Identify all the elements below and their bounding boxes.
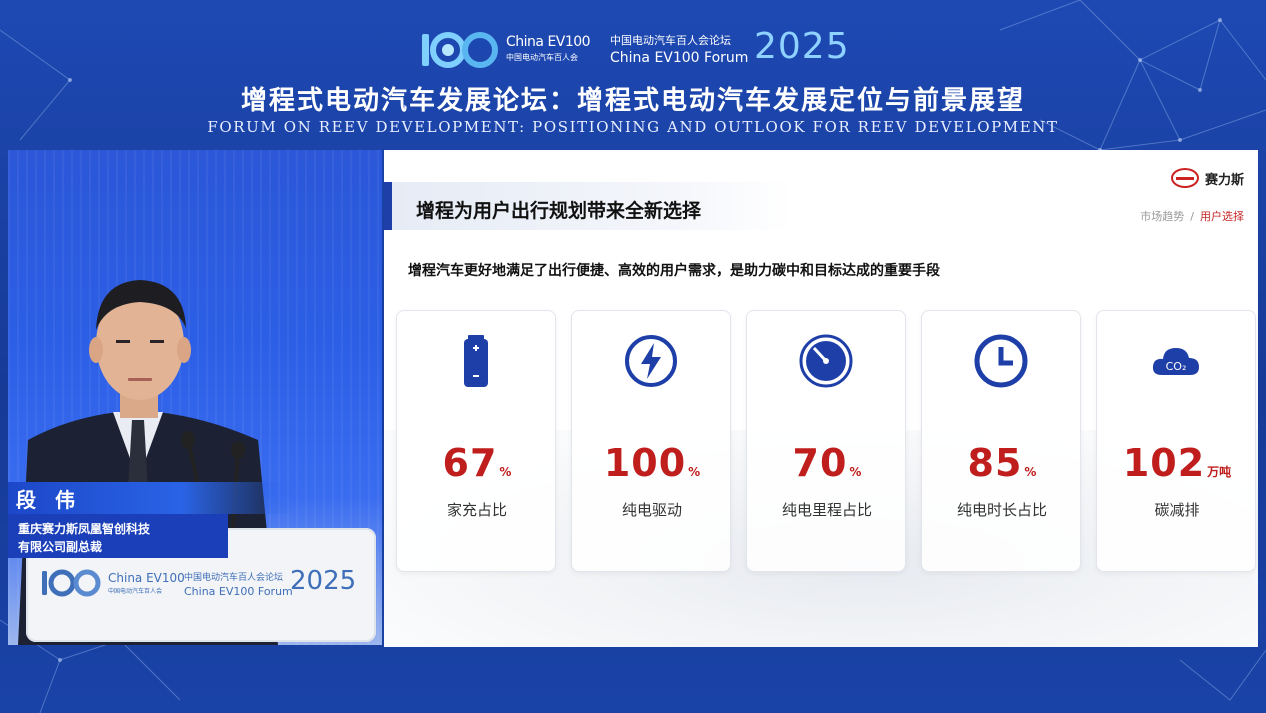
svg-text:CO₂: CO₂ — [1166, 360, 1187, 373]
breadcrumb-separator: / — [1190, 210, 1194, 223]
podium-logo-en: China EV100 — [108, 571, 185, 585]
stat-value: 67% — [397, 441, 557, 485]
podium-logo-text: China EV100 中国电动汽车百人会 — [108, 571, 185, 595]
speaker-video: 段 伟 China EV100 中国电动汽车百人会 中国电动汽车百人会论坛 Ch… — [8, 150, 382, 645]
stat-number: 70 — [792, 441, 848, 485]
clock-icon — [974, 334, 1028, 388]
battery-icon — [464, 335, 488, 387]
slide-subtitle: 增程汽车更好地满足了出行便捷、高效的用户需求，是助力碳中和目标达成的重要手段 — [408, 263, 940, 279]
stat-label: 纯电驱动 — [621, 501, 682, 519]
logo-en: China EV100 — [506, 34, 591, 50]
stat-card: 100% 纯电驱动 — [571, 310, 731, 572]
stat-number: 100 — [603, 441, 687, 485]
stat-label: 家充占比 — [446, 501, 507, 519]
stat-cards: 67% 家充占比 100% 纯电驱动 70% 纯电里程占比 85 % 纯电时长占… — [396, 310, 1258, 574]
speaker-nameplate: 段 伟 — [8, 482, 298, 514]
podium-forum-en: China EV100 Forum — [184, 585, 293, 598]
slide-heading: 增程为用户出行规划带来全新选择 — [416, 200, 702, 222]
speaker-title: 重庆赛力斯凤凰智创科技 有限公司副总裁 — [8, 514, 228, 558]
forum-en: China EV100 Forum — [610, 50, 749, 66]
stat-unit: % — [688, 465, 701, 479]
stat-value: 85% — [922, 441, 1082, 485]
seres-brand: 赛力斯 — [1170, 168, 1244, 188]
podium-forum-name: 中国电动汽车百人会论坛 China EV100 Forum — [184, 570, 293, 598]
stat-value: 70% — [747, 441, 907, 485]
stat-label: 碳减排 — [1154, 501, 1200, 519]
video-stage: China EV100 中国电动汽车百人会 中国电动汽车百人会论坛 China … — [0, 0, 1266, 713]
podium-year: 2025 — [290, 566, 357, 596]
stat-value: 102 万吨 — [1097, 441, 1257, 485]
session-title-en: FORUM ON REEV DEVELOPMENT: POSITIONING A… — [207, 118, 1059, 136]
speaker-name: 段 伟 — [16, 488, 81, 512]
co2-cloud-icon: CO₂ — [1152, 348, 1199, 375]
stat-number: 102 — [1122, 441, 1206, 485]
stat-value: 100% — [572, 441, 732, 485]
seres-logo-icon — [1170, 168, 1199, 188]
forum-header: China EV100 中国电动汽车百人会 中国电动汽车百人会论坛 China … — [0, 0, 1266, 150]
stat-card: 67% 家充占比 — [396, 310, 556, 572]
brand-name: 赛力斯 — [1204, 172, 1244, 188]
forum-cn: 中国电动汽车百人会论坛 — [610, 34, 731, 47]
stat-unit: % — [1024, 465, 1037, 479]
speedometer-icon — [799, 334, 853, 388]
stat-number: 67 — [442, 441, 498, 485]
breadcrumb: 市场趋势 / 用户选择 — [1140, 208, 1244, 224]
ev100-logo-text: China EV100 中国电动汽车百人会 — [506, 34, 591, 63]
ev100-logo-mark — [422, 32, 498, 68]
forum-logo-row: China EV100 中国电动汽车百人会 中国电动汽车百人会论坛 China … — [420, 26, 860, 74]
stat-unit: % — [499, 465, 512, 479]
stat-card: 85% 纯电时长占比 — [921, 310, 1081, 572]
podium-logo-cn: 中国电动汽车百人会 — [108, 588, 163, 595]
stat-card: 70% 纯电里程占比 — [746, 310, 906, 572]
stat-card: CO₂ 102 万吨 碳减排 — [1096, 310, 1256, 572]
heading-accent-bar — [384, 182, 392, 230]
logo-cn: 中国电动汽车百人会 — [506, 53, 578, 62]
stat-unit: % — [849, 465, 862, 479]
session-title-cn: 增程式电动汽车发展论坛：增程式电动汽车发展定位与前景展望 — [240, 86, 1025, 116]
podium-forum-cn: 中国电动汽车百人会论坛 — [184, 573, 284, 583]
stat-number: 85 — [967, 441, 1023, 485]
forum-name: 中国电动汽车百人会论坛 China EV100 Forum — [610, 32, 748, 66]
breadcrumb-item-active: 用户选择 — [1200, 210, 1244, 223]
speaker-title-line2: 有限公司副总裁 — [18, 540, 103, 554]
podium-logo-mark — [42, 569, 101, 597]
stat-label: 纯电里程占比 — [781, 501, 872, 519]
breadcrumb-item: 市场趋势 — [1140, 210, 1185, 223]
stat-label: 纯电时长占比 — [956, 501, 1047, 519]
forum-year: 2025 — [754, 26, 850, 67]
speaker-title-line1: 重庆赛力斯凤凰智创科技 — [18, 522, 151, 536]
stat-unit: 万吨 — [1207, 465, 1232, 479]
presentation-slide: 赛力斯 增程为用户出行规划带来全新选择 市场趋势 / 用户选择 增程汽车更好地满足了… — [384, 150, 1258, 647]
lightning-icon — [625, 335, 677, 387]
